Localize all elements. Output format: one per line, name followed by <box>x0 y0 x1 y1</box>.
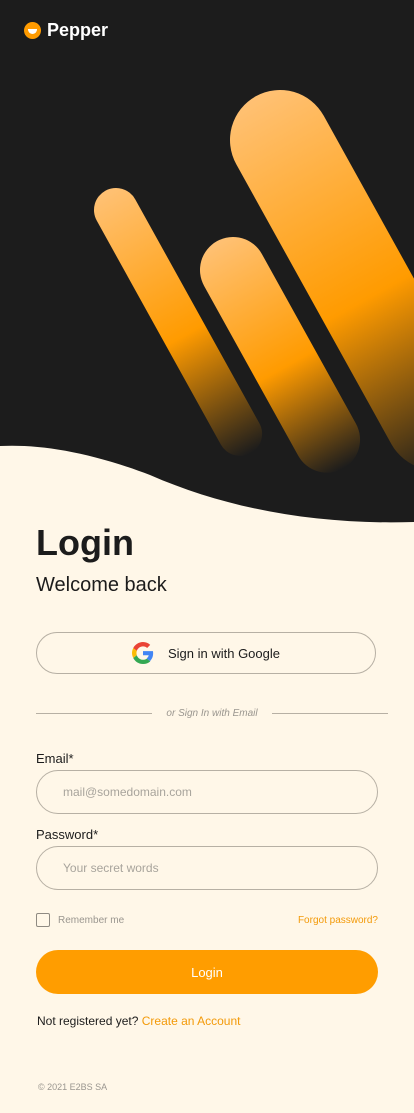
password-field[interactable] <box>36 846 378 890</box>
register-prompt: Not registered yet? Create an Account <box>37 1014 240 1028</box>
email-label: Email* <box>36 751 74 766</box>
create-account-link[interactable]: Create an Account <box>142 1014 241 1028</box>
hero-banner: Pepper <box>0 0 414 530</box>
page-subtitle: Welcome back <box>36 574 167 596</box>
remember-me[interactable]: Remember me <box>36 913 124 927</box>
email-field[interactable] <box>36 770 378 814</box>
login-button[interactable]: Login <box>36 950 378 994</box>
remember-me-label: Remember me <box>58 914 125 926</box>
brand: Pepper <box>24 20 108 41</box>
divider-text: or Sign In with Email <box>166 708 258 719</box>
brand-name: Pepper <box>47 20 109 40</box>
brand-logo-icon <box>24 22 41 39</box>
google-signin-label: Sign in with Google <box>167 645 280 661</box>
google-icon <box>131 642 154 664</box>
divider-line-right <box>271 713 388 714</box>
hero-illustration <box>0 0 414 523</box>
divider-line-left <box>36 713 153 714</box>
remember-me-checkbox[interactable] <box>36 913 50 927</box>
register-prompt-text: Not registered yet? <box>37 1014 139 1028</box>
footer-copyright: © 2021 E2BS SA <box>38 1082 108 1092</box>
divider: or Sign In with Email <box>36 708 388 719</box>
forgot-password-link[interactable]: Forgot password? <box>298 915 378 926</box>
page-title: Login <box>36 522 134 563</box>
google-signin-button[interactable]: Sign in with Google <box>36 632 376 674</box>
password-label: Password* <box>36 827 99 842</box>
